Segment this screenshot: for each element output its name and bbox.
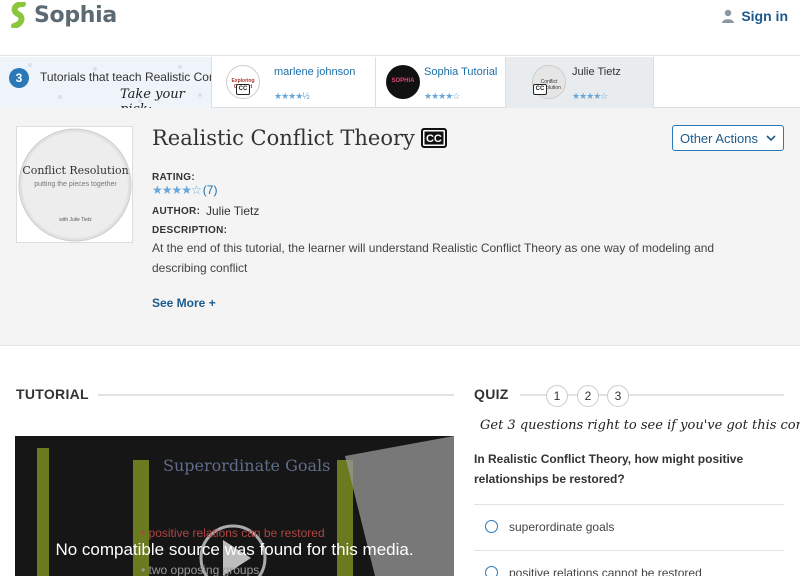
sign-in-label: Sign in (741, 8, 788, 24)
rating-count: (7) (202, 183, 218, 197)
strip-title: Tutorials that teach Realistic Conflict … (40, 70, 211, 84)
sign-in-link[interactable]: Sign in (721, 8, 788, 24)
tutorial-card-marlene-johnson[interactable]: Exploring Conflict CC marlene johnson ★★… (212, 57, 376, 108)
sophia-logo[interactable]: Sophia (10, 2, 117, 28)
user-icon (722, 9, 735, 23)
answer-label: superordinate goals (509, 519, 615, 534)
tutorial-options-strip: 3 Tutorials that teach Realistic Conflic… (0, 57, 800, 108)
logo-text: Sophia (34, 2, 117, 28)
quiz-question: In Realistic Conflict Theory, how might … (474, 452, 744, 486)
page-title: Realistic Conflict Theory (152, 126, 415, 150)
tutorial-thumbnail: SOPHIA (386, 65, 420, 99)
rating-stars: ★★★★½ (274, 91, 310, 101)
tutorial-author: Sophia Tutorial (424, 66, 498, 78)
tutorial-card-julie-tietz[interactable]: Conflict Resolution CC Julie Tietz ★★★★☆ (506, 57, 654, 108)
tutorial-card-sophia-tutorial[interactable]: SOPHIA Sophia Tutorial ★★★★☆ (376, 57, 506, 108)
rating-row[interactable]: ★★★★☆ (7) (152, 183, 217, 197)
rating-label: RATING: (152, 172, 196, 183)
cc-icon: CC (533, 84, 547, 95)
tutorial-heading-rule (98, 394, 454, 396)
quiz-question-2-marker[interactable]: 2 (577, 385, 599, 407)
other-actions-label: Other Actions (679, 130, 759, 146)
video-player[interactable]: Superordinate Goals • positive relations… (15, 436, 454, 576)
author-name: Julie Tietz (206, 204, 260, 218)
answer-label: positive relations cannot be restored (509, 565, 702, 576)
chevron-down-icon (766, 134, 776, 141)
tutorial-count-badge: 3 (9, 68, 29, 88)
strip-intro: 3 Tutorials that teach Realistic Conflic… (0, 57, 212, 108)
quiz-answer-option[interactable]: superordinate goals (474, 504, 784, 548)
video-slide-bullet: • two opposing groups (141, 563, 260, 576)
quiz-hint: Get 3 questions right to see if you've g… (480, 418, 800, 433)
video-slide-title: Superordinate Goals (163, 456, 331, 475)
video-error-message: No compatible source was found for this … (55, 540, 414, 559)
radio-button[interactable] (485, 520, 498, 533)
quiz-heading: QUIZ (474, 386, 509, 402)
tutorial-detail-panel: Conflict Resolution putting the pieces t… (0, 108, 800, 346)
quiz-answer-option[interactable]: positive relations cannot be restored (474, 550, 784, 576)
description-text: At the end of this tutorial, the learner… (152, 241, 715, 275)
cc-icon: CC (236, 84, 250, 95)
tutorial-author: Julie Tietz (572, 66, 621, 78)
sophia-logo-icon (11, 2, 26, 28)
rating-stars: ★★★★☆ (572, 91, 608, 101)
thumb-subtitle: putting the pieces together (34, 181, 117, 188)
title-row: Realistic Conflict Theory CC (152, 126, 447, 150)
rating-stars: ★★★★☆ (424, 91, 460, 101)
author-label: AUTHOR: (152, 206, 201, 217)
radio-button[interactable] (485, 566, 498, 576)
take-your-pick: Take your pick: (120, 87, 185, 108)
description-label: DESCRIPTION: (152, 225, 228, 236)
quiz-question-1-marker[interactable]: 1 (546, 385, 568, 407)
site-header: Sophia Sign in (0, 0, 800, 56)
tutorial-main-thumbnail: Conflict Resolution putting the pieces t… (16, 126, 133, 243)
other-actions-button[interactable]: Other Actions (672, 125, 784, 151)
see-more-link[interactable]: See More + (152, 296, 216, 310)
rating-stars: ★★★★☆ (152, 183, 202, 197)
thumb-text: SOPHIA (391, 78, 415, 84)
tutorial-author: marlene johnson (274, 66, 356, 78)
tutorial-heading: TUTORIAL (16, 386, 89, 402)
closed-caption-icon: CC (420, 128, 447, 148)
thumb-author: with Julie Tietz (59, 217, 92, 223)
thumb-title: Conflict Resolution (22, 164, 129, 177)
quiz-question-3-marker[interactable]: 3 (607, 385, 629, 407)
